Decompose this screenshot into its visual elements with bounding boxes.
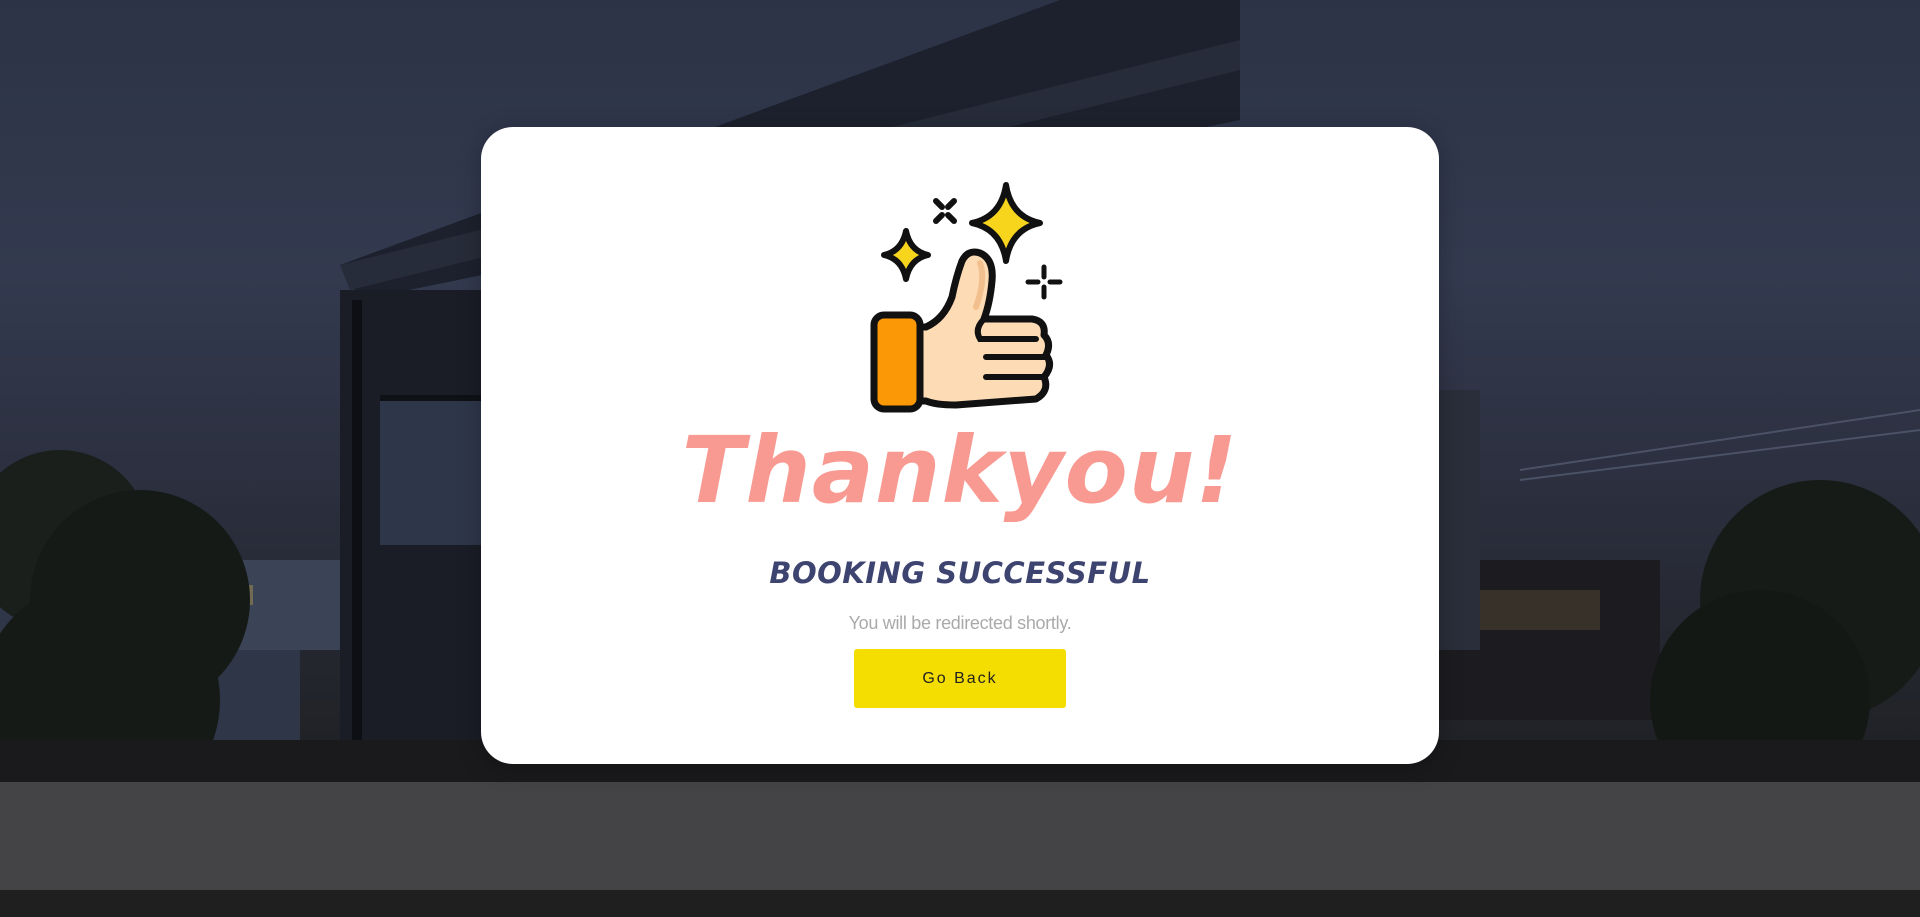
- page-lower-band: [0, 782, 1920, 890]
- booking-status-heading: BOOKING SUCCESSFUL: [769, 556, 1151, 590]
- footer-bar: [0, 890, 1920, 917]
- thumbs-up-sparkles-icon: [870, 182, 1063, 413]
- go-back-button[interactable]: Go Back: [854, 649, 1066, 708]
- redirect-message: You will be redirected shortly.: [848, 613, 1072, 633]
- booking-success-modal: Thankyou! BOOKING SUCCESSFUL You will be…: [481, 127, 1439, 764]
- thank-you-heading: Thankyou!: [681, 417, 1239, 524]
